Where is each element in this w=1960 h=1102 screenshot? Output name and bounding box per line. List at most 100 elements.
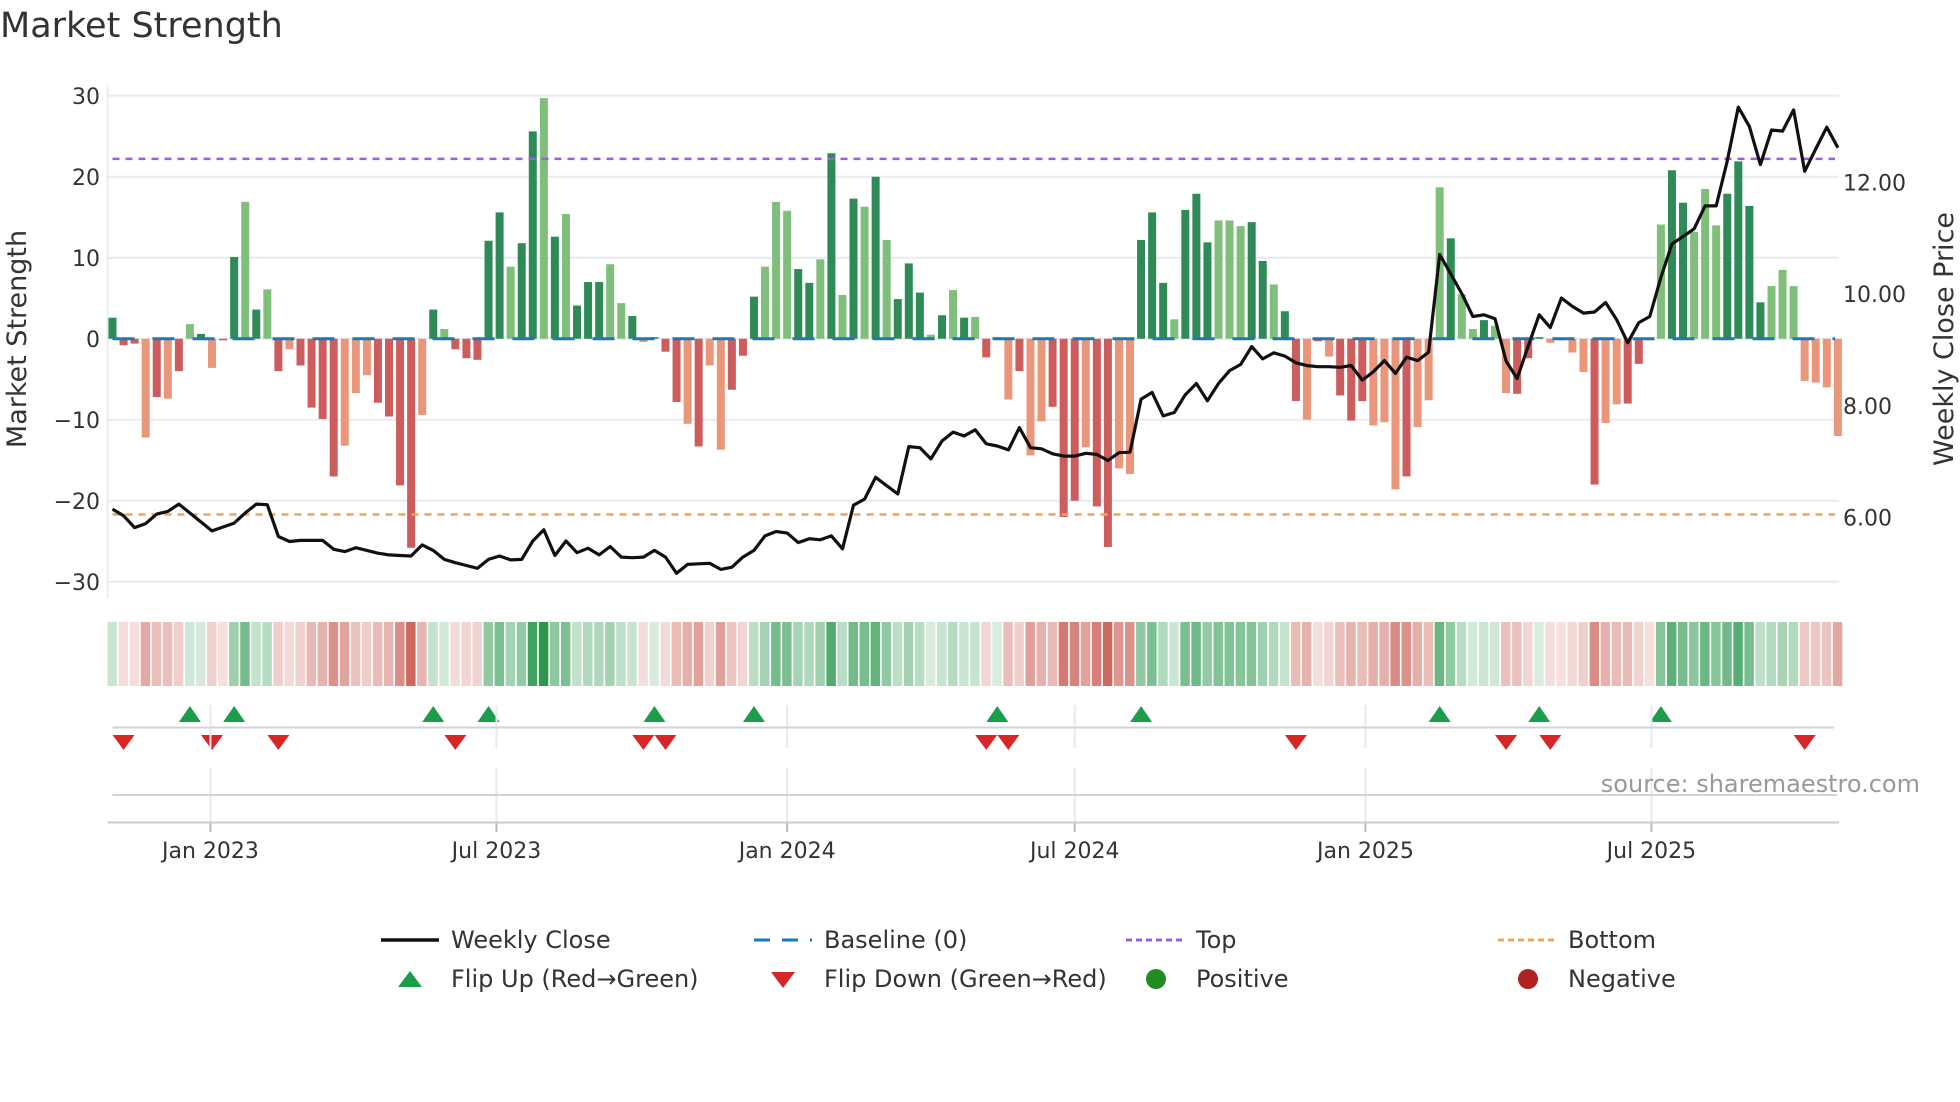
strip-cell-negative [1357, 622, 1367, 686]
strip-cell-negative [395, 622, 405, 686]
strength-bar [385, 338, 393, 417]
strip-cell-negative [671, 622, 682, 686]
flip-up-marker [1428, 706, 1451, 722]
strip-cell-negative [1821, 622, 1832, 686]
strip-cell-positive [1158, 622, 1168, 686]
flip-up-marker [223, 706, 246, 722]
strip-cell-positive [848, 622, 858, 686]
triangle-up-icon [398, 971, 422, 987]
strength-bar [174, 338, 183, 372]
strip-cell-positive [804, 622, 814, 686]
strip-cell-negative [737, 622, 748, 686]
strength-bar [1822, 338, 1831, 388]
strength-bar [1004, 338, 1013, 400]
strength-bar [1291, 338, 1300, 402]
strip-cell-positive [870, 622, 881, 686]
strength-bar [1015, 338, 1024, 372]
strength-bar [971, 316, 980, 339]
strip-cell-positive [251, 622, 261, 686]
strip-cell-negative [1578, 622, 1588, 686]
legend-label: Bottom [1568, 926, 1657, 954]
y-tick-label: 30 [72, 85, 100, 110]
strip-cell-negative [450, 622, 460, 686]
strip-cell-positive [992, 622, 1002, 686]
dotted-line-icon [1126, 938, 1184, 942]
market-strength-chart: 30 20 10 0 −10 −20 −30 12.00 10.00 8.00 6.00 Mark… [2, 85, 1960, 864]
flip-down-marker [1495, 735, 1518, 750]
legend-label: Flip Up (Red→Green) [451, 965, 699, 993]
strip-cell-negative [1301, 622, 1312, 686]
strip-cell-negative [1003, 622, 1013, 686]
strength-bar [1258, 260, 1267, 339]
strength-heat-strip [107, 622, 1843, 686]
strength-bar [694, 338, 703, 447]
strength-bar [1767, 286, 1776, 339]
legend-positive: Positive [1126, 964, 1289, 994]
strip-cell-negative [406, 622, 416, 686]
left-axis-ticks: 30 20 10 0 −10 −20 −30 [54, 85, 100, 596]
flip-up-marker [178, 706, 201, 722]
strip-cell-positive [826, 622, 836, 686]
strip-cell-negative [1501, 622, 1511, 686]
strip-cell-negative [1611, 622, 1622, 686]
strength-bar [407, 338, 416, 548]
strength-bar [185, 324, 194, 339]
strip-cell-negative [1556, 622, 1566, 686]
strip-cell-positive [1733, 622, 1743, 686]
strip-cell-positive [583, 622, 593, 686]
strip-cell-positive [627, 622, 637, 686]
strength-bar [528, 131, 537, 339]
strip-cell-negative [328, 622, 339, 686]
strip-cell-positive [594, 622, 604, 686]
legend-label: Negative [1568, 965, 1676, 993]
strip-cell-positive [1478, 622, 1489, 686]
strength-bar [1358, 338, 1367, 402]
strength-bar [506, 266, 515, 339]
strip-cell-positive [1467, 622, 1478, 686]
flip-down-marker [201, 735, 224, 750]
solid-line-icon [381, 938, 439, 942]
strip-cell-negative [151, 622, 162, 686]
strength-bar [882, 239, 891, 339]
legend-top: Top [1126, 925, 1237, 955]
strip-cell-positive [1268, 622, 1279, 686]
strip-cell-positive [1445, 622, 1456, 686]
strip-cell-negative [660, 622, 670, 686]
strength-bar [1712, 225, 1721, 339]
strength-bar [517, 243, 526, 339]
strip-cell-positive [1456, 622, 1467, 686]
strip-cell-negative [1810, 622, 1821, 686]
strength-bar [727, 338, 736, 390]
strip-cell-positive [262, 622, 272, 686]
strip-cell-negative [207, 622, 217, 686]
strip-cell-negative [1545, 622, 1555, 686]
strip-cell-negative [1589, 622, 1599, 686]
strip-cell-positive [859, 622, 870, 686]
strip-cell-negative [1401, 622, 1411, 686]
strength-bar [761, 266, 770, 339]
strip-cell-positive [1235, 622, 1246, 686]
strength-bar [1380, 338, 1389, 423]
strip-cell-positive [760, 622, 770, 686]
strength-bar [584, 282, 593, 339]
strip-cell-positive [1711, 622, 1721, 686]
strength-bar [1479, 320, 1488, 339]
strength-bar [318, 338, 327, 419]
strength-bar [141, 338, 150, 438]
strength-bar [1778, 269, 1787, 339]
strength-bar [805, 282, 814, 339]
strip-cell-positive [1191, 622, 1201, 686]
strength-bar [285, 338, 294, 350]
legend-flip-up: Flip Up (Red→Green) [381, 964, 699, 994]
strip-cell-positive [1202, 622, 1212, 686]
strip-cell-positive [184, 622, 195, 686]
strength-bar [827, 153, 836, 339]
strip-cell-positive [439, 622, 449, 686]
strip-cell-positive [1655, 622, 1666, 686]
strip-cell-positive [1180, 622, 1190, 686]
strip-cell-negative [1633, 622, 1644, 686]
strip-cell-negative [682, 622, 693, 686]
strip-cell-positive [1700, 622, 1710, 686]
strip-cell-positive [560, 622, 571, 686]
strength-bar [1590, 338, 1599, 485]
